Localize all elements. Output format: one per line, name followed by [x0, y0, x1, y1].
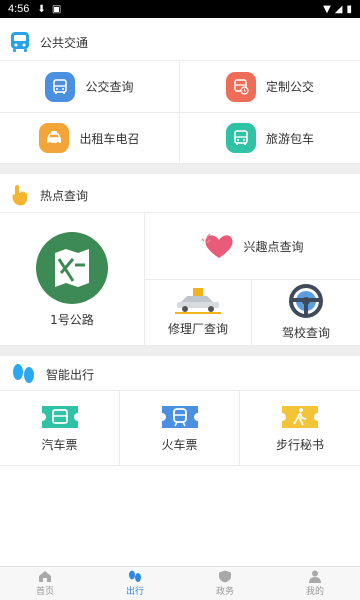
section-header-smart-travel: 智能出行 — [0, 360, 360, 388]
pointing-hand-icon — [12, 185, 27, 206]
grid-item-train-ticket[interactable]: 火车票 — [120, 390, 240, 466]
bottom-nav: 首页 出行 政务 我的 — [0, 566, 360, 600]
bus-section-icon — [11, 32, 29, 52]
section-header-public-transport: 公共交通 — [0, 28, 360, 56]
section-header-hot-query: 热点查询 — [0, 180, 360, 210]
home-icon — [39, 571, 51, 582]
grid-item-taxi[interactable]: 出租车电召 — [0, 113, 180, 164]
nav-label: 首页 — [35, 587, 54, 597]
footprints-icon — [13, 364, 34, 383]
nav-item-government[interactable]: 政务 — [180, 567, 270, 600]
grid-item-label: 步行秘书 — [275, 437, 324, 452]
grid-item-repair-shop[interactable]: 修理厂查询 — [145, 280, 252, 346]
download-icon: ⬇ — [37, 3, 46, 15]
status-bar: 4:56 ⬇ ▣ ▼ ◢ ▮ — [0, 0, 360, 18]
nav-item-home[interactable]: 首页 — [0, 567, 90, 600]
grid-item-label: 火车票 — [161, 437, 198, 452]
section-title: 智能出行 — [46, 367, 95, 382]
shield-icon — [219, 570, 231, 583]
section-divider — [0, 346, 360, 356]
nav-item-travel[interactable]: 出行 — [90, 567, 180, 600]
grid-item-walking-assistant[interactable]: 步行秘书 — [240, 390, 360, 466]
nav-label: 政务 — [215, 587, 234, 597]
custom-bus-icon — [225, 71, 256, 102]
grid-item-label: 汽车票 — [41, 437, 78, 452]
nav-label: 我的 — [305, 587, 324, 597]
grid-item-poi-query[interactable]: 兴趣点查询 — [145, 212, 360, 280]
section-title: 公共交通 — [40, 35, 89, 50]
grid-item-label: 1号公路 — [50, 312, 94, 327]
notification-icon: ▣ — [51, 3, 62, 15]
tour-bus-icon — [225, 123, 256, 153]
signal-icon: ◢ — [334, 3, 343, 15]
bus-icon — [45, 71, 76, 102]
person-icon — [309, 570, 321, 583]
map-icon — [36, 231, 108, 304]
taxi-icon — [39, 123, 70, 153]
section-title: 热点查询 — [40, 188, 89, 203]
footprints-icon — [129, 570, 141, 582]
grid-item-label: 出租车电召 — [79, 131, 140, 146]
nav-label: 出行 — [125, 587, 144, 597]
status-time: 4:56 — [8, 3, 30, 15]
section-divider — [0, 164, 360, 174]
train-ticket-icon — [161, 405, 198, 428]
grid-item-bus-ticket[interactable]: 汽车票 — [0, 390, 120, 466]
grid-item-label: 驾校查询 — [281, 326, 330, 340]
nav-item-mine[interactable]: 我的 — [270, 567, 360, 600]
grid-item-tour-bus[interactable]: 旅游包车 — [180, 113, 360, 164]
heart-icon — [201, 233, 234, 258]
car-lift-icon — [175, 288, 221, 314]
steering-wheel-icon — [289, 284, 323, 318]
grid-item-label: 旅游包车 — [265, 131, 314, 146]
grid-item-label: 公交查询 — [85, 80, 134, 94]
grid-item-custom-bus[interactable]: 定制公交 — [180, 60, 360, 113]
grid-item-route-1[interactable]: 1号公路 — [0, 212, 145, 346]
grid-item-driving-school[interactable]: 驾校查询 — [252, 280, 360, 346]
battery-icon: ▮ — [346, 3, 352, 15]
walk-ticket-icon — [282, 405, 318, 428]
grid-item-bus-query[interactable]: 公交查询 — [0, 60, 180, 113]
grid-item-label: 定制公交 — [265, 80, 314, 94]
grid-item-label: 兴趣点查询 — [243, 239, 304, 254]
wifi-icon: ▼ — [323, 3, 331, 15]
bus-ticket-icon — [41, 405, 78, 428]
grid-item-label: 修理厂查询 — [167, 322, 228, 336]
